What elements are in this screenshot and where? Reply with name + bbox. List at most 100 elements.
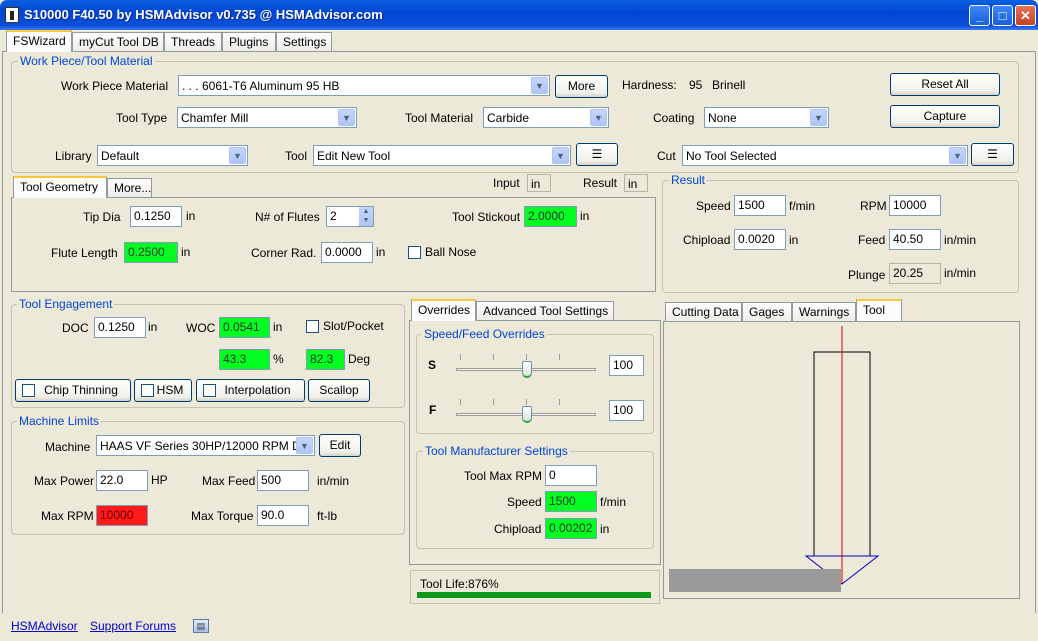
cut-list-button[interactable]: ☰ [971,143,1014,166]
tool-drawing [669,326,880,592]
slot-pocket-checkbox[interactable] [306,320,319,333]
tab-advanced-tool-settings[interactable]: Advanced Tool Settings [476,301,614,321]
tab-tool[interactable]: Tool [856,299,902,321]
corner-rad-field[interactable]: 0.0000 [321,242,373,263]
interpolation-toggle[interactable]: Interpolation [196,379,305,402]
tool-select[interactable]: Edit New Tool ▼ [313,145,571,166]
chevron-down-icon: ▼ [296,437,313,454]
tab-geometry-more[interactable]: More... [107,178,152,198]
machine-select[interactable]: HAAS VF Series 30HP/12000 RPM D ▼ [96,435,315,456]
feed-label: Feed [858,233,886,247]
reset-all-button[interactable]: Reset All [890,73,1000,96]
tab-warnings[interactable]: Warnings [792,302,856,322]
input-unit: in [527,174,551,192]
max-feed-field[interactable]: 500 [257,470,309,491]
hsm-checkbox[interactable] [141,384,154,397]
tool-label: Tool [285,149,308,163]
hardness-label: Hardness: [622,78,677,92]
doc-field[interactable]: 0.1250 [94,317,146,338]
speed-label: Speed [696,199,731,213]
tab-cutting-data[interactable]: Cutting Data [665,302,742,322]
speed-field[interactable]: 1500 [734,195,786,216]
chipload-field[interactable]: 0.0020 [734,229,786,250]
ball-nose-checkbox[interactable] [408,246,421,259]
stickout-field[interactable]: 2.0000 [524,206,577,227]
corner-rad-label: Corner Rad. [251,246,317,260]
chevron-down-icon: ▼ [531,77,548,94]
max-feed-label: Max Feed [202,474,256,488]
tab-mycut-tool-db[interactable]: myCut Tool DB [72,32,164,52]
hardness-unit: Brinell [712,78,746,92]
plunge-field: 20.25 [889,263,941,284]
flute-length-field[interactable]: 0.2500 [124,242,178,263]
tool-max-rpm-label: Tool Max RPM [464,469,543,483]
support-forums-link[interactable]: Support Forums [90,619,176,633]
spinner-arrows-icon[interactable]: ▲ ▼ [359,207,373,226]
mfr-speed-field[interactable]: 1500 [545,491,597,512]
result-unit: in [624,174,648,192]
max-rpm-field[interactable]: 10000 [96,505,148,526]
material-select[interactable]: . . . 6061-T6 Aluminum 95 HB ▼ [178,75,550,96]
library-select[interactable]: Default ▼ [97,145,248,166]
mfr-speed-unit: f/min [600,495,627,509]
close-icon[interactable]: ✕ [1015,5,1036,26]
tip-dia-label: Tip Dia [83,210,121,224]
woc-field[interactable]: 0.0541 [219,317,270,338]
woc-label: WOC [186,321,216,335]
max-power-label: Max Power [34,474,95,488]
s-override-field[interactable]: 100 [609,355,644,376]
speed-unit: f/min [789,199,816,213]
maximize-icon[interactable]: □ [992,5,1013,26]
tool-material-select[interactable]: Carbide ▼ [483,107,609,128]
plunge-unit: in/min [944,266,977,280]
chip-thinning-checkbox[interactable] [22,384,35,397]
chip-thinning-toggle[interactable]: Chip Thinning [15,379,131,402]
f-override-slider[interactable] [456,397,596,425]
result-title: Result [669,173,708,187]
tab-overrides[interactable]: Overrides [411,299,476,321]
tool-list-button[interactable]: ☰ [576,143,618,166]
machine-edit-button[interactable]: Edit [319,434,361,457]
interpolation-checkbox[interactable] [203,384,216,397]
max-torque-unit: ft-lb [317,509,338,523]
f-override-field[interactable]: 100 [609,400,644,421]
max-power-field[interactable]: 22.0 [96,470,148,491]
app-icon [5,7,19,23]
max-feed-unit: in/min [317,474,350,488]
max-rpm-label: Max RPM [41,509,94,523]
chipload-label: Chipload [683,233,731,247]
tool-type-select[interactable]: Chamfer Mill ▼ [177,107,357,128]
slider-thumb-icon[interactable] [522,406,532,423]
hsmadvisor-link[interactable]: HSMAdvisor [11,619,78,633]
calculator-icon[interactable]: ▤ [193,619,209,633]
cut-select[interactable]: No Tool Selected ▼ [682,145,968,166]
slider-thumb-icon[interactable] [522,361,532,378]
hardness-value: 95 [689,78,703,92]
tab-fswizard[interactable]: FSWizard [6,30,72,52]
hsm-toggle[interactable]: HSM [134,379,192,402]
s-override-slider[interactable] [456,352,596,380]
tab-gages[interactable]: Gages [742,302,792,322]
scallop-button[interactable]: Scallop [308,379,370,402]
feed-field[interactable]: 40.50 [889,229,941,250]
tab-settings[interactable]: Settings [276,32,332,52]
capture-button[interactable]: Capture [890,105,1000,128]
rpm-field[interactable]: 10000 [889,195,941,216]
tab-threads[interactable]: Threads [164,32,222,52]
woc-unit: in [273,320,283,334]
mfr-chipload-field[interactable]: 0.00202 [545,518,597,539]
machine-title: Machine Limits [17,414,102,428]
max-torque-field[interactable]: 90.0 [257,505,309,526]
tool-max-rpm-field[interactable]: 0 [545,465,597,486]
tab-plugins[interactable]: Plugins [222,32,276,52]
corner-rad-unit: in [376,245,386,259]
minimize-icon[interactable]: _ [969,5,990,26]
coating-select[interactable]: None ▼ [704,107,829,128]
tab-tool-geometry[interactable]: Tool Geometry [13,176,107,198]
more-button[interactable]: More [555,75,608,98]
tip-dia-field[interactable]: 0.1250 [130,206,182,227]
engagement-degree-field[interactable]: 82.3 [306,349,345,370]
stickout-unit: in [580,209,590,223]
rpm-label: RPM [860,199,887,213]
engagement-percent-field[interactable]: 43.3 [219,349,270,370]
